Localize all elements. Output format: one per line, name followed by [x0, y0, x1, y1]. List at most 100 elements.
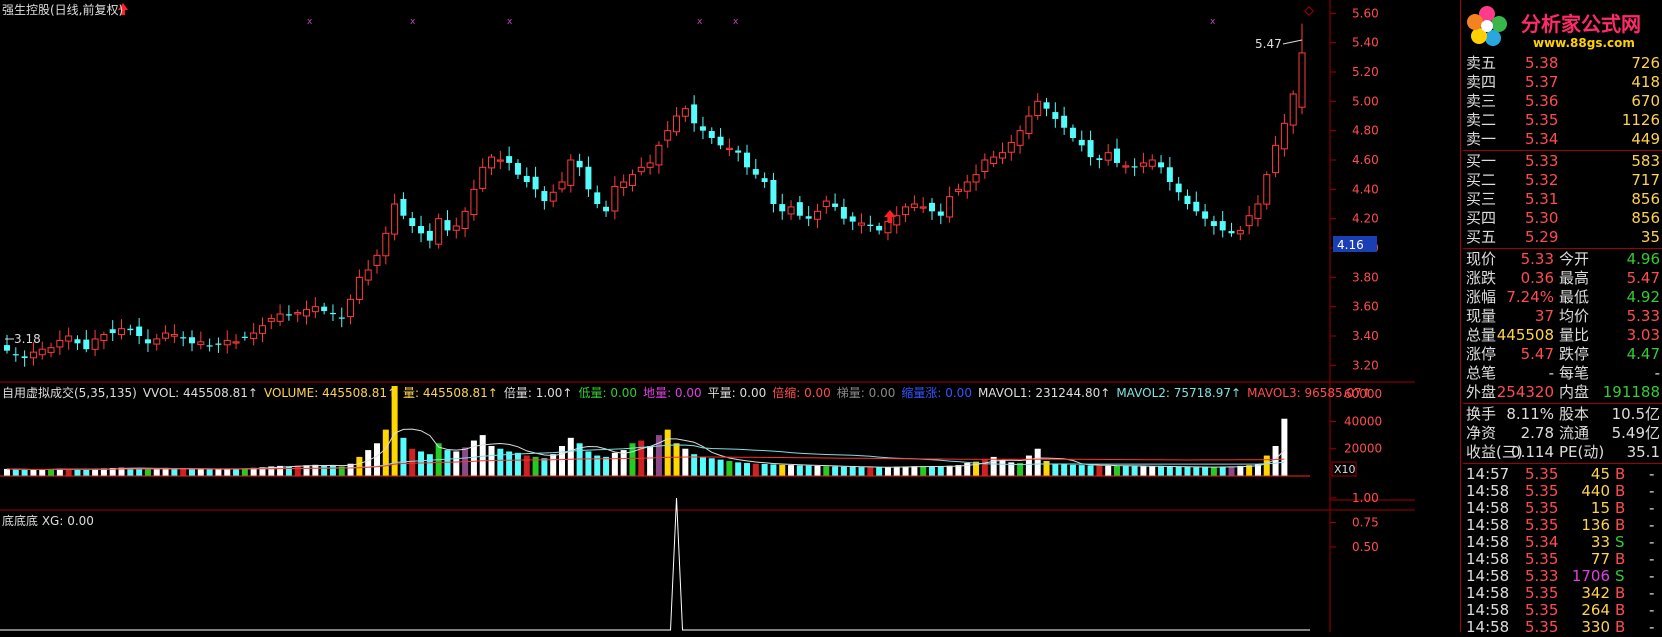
- quote-label: 量比: [1559, 326, 1590, 344]
- volume-bar: [1122, 466, 1129, 476]
- quote-value: 5.47: [1626, 269, 1660, 287]
- candle-body: [1289, 93, 1297, 126]
- candle-body: [840, 207, 847, 219]
- marker-x-icon: x: [307, 17, 313, 27]
- candle-body: [963, 181, 971, 192]
- candle-body: [849, 216, 856, 222]
- ask-label: 卖四: [1466, 73, 1497, 91]
- candle-body: [311, 306, 319, 313]
- volume-bar: [884, 467, 891, 476]
- volume-bar: [1025, 455, 1032, 476]
- volume-bar: [294, 465, 301, 476]
- fund-value: 0.114: [1511, 443, 1554, 461]
- candle-body: [655, 144, 663, 166]
- volume-bar: [1175, 466, 1182, 476]
- bid-volume: 717: [1631, 171, 1660, 189]
- volume-bar: [611, 452, 618, 476]
- price-tick-label: 3.20: [1352, 358, 1379, 372]
- quote-label: 最高: [1559, 269, 1590, 287]
- volume-bar: [1140, 466, 1147, 476]
- candle-body: [1210, 221, 1217, 226]
- fund-value: 5.49亿: [1611, 424, 1660, 442]
- candle-body: [998, 152, 1006, 159]
- ask-volume: 670: [1631, 92, 1660, 110]
- bid-volume: 856: [1631, 190, 1660, 208]
- volume-tick-label: 40000: [1344, 414, 1382, 428]
- candle-body: [735, 150, 742, 153]
- marker-x-icon: x: [507, 17, 513, 27]
- candle-body: [21, 356, 28, 358]
- candle-body: [937, 211, 944, 216]
- volume-bar: [1087, 465, 1094, 476]
- volume-bar: [744, 463, 750, 476]
- volume-bar: [1193, 467, 1200, 476]
- candle-body: [127, 328, 134, 331]
- volume-bar: [708, 458, 715, 476]
- quote-label: 内盘: [1559, 383, 1590, 401]
- bid-label: 买一: [1466, 152, 1497, 170]
- volume-header-item: 倍量: 1.00↑: [503, 386, 573, 400]
- bid-label: 买三: [1466, 190, 1497, 208]
- candle-body: [1184, 195, 1191, 204]
- candle-body: [180, 337, 187, 339]
- fundamental-row: 净资 2.78 流通 5.49亿: [1463, 424, 1662, 443]
- quote-row: 总笔 - 每笔 -: [1463, 364, 1662, 383]
- panel-divider: [1460, 0, 1461, 632]
- volume-bar: [620, 450, 627, 476]
- candle-body: [496, 159, 504, 162]
- volume-bar: [180, 468, 187, 476]
- candle-body: [717, 136, 724, 146]
- candle-body: [189, 337, 195, 344]
- tick-price: 5.35: [1525, 618, 1559, 636]
- ask-volume: 449: [1631, 130, 1660, 148]
- volume-bar: [1281, 418, 1288, 476]
- candle-body: [409, 218, 416, 226]
- fund-value: 2.78: [1520, 424, 1554, 442]
- ask-label: 卖二: [1466, 111, 1497, 129]
- candle-body: [929, 202, 935, 212]
- bid-label: 买四: [1466, 209, 1497, 227]
- candle-body: [1272, 144, 1280, 174]
- quote-label: 现价: [1466, 250, 1497, 268]
- candle-body: [664, 130, 672, 141]
- volume-bar: [805, 465, 812, 476]
- fundamental-row: 换手 8.11% 股本 10.5亿: [1463, 405, 1662, 424]
- volume-tick-label: 20000: [1344, 442, 1382, 456]
- candle-body: [338, 317, 345, 319]
- candle-body: [153, 338, 161, 345]
- volume-bar: [1096, 465, 1103, 476]
- logo: 分析家公式网 www.88gs.com: [1463, 0, 1662, 54]
- candle-body: [532, 176, 539, 190]
- candle-body: [867, 224, 874, 226]
- volume-bar: [955, 465, 962, 476]
- bid-price: 5.30: [1525, 209, 1559, 227]
- candle-body: [197, 341, 205, 346]
- volume-bar: [514, 452, 521, 476]
- ask-volume: 726: [1631, 54, 1660, 72]
- candle-body: [558, 181, 566, 190]
- volume-bar: [858, 467, 865, 476]
- panel-separator: [1463, 463, 1662, 464]
- volume-header: 自用虚拟成交(5,35,135) VVOL: 445508.81↑ VOLUME: …: [2, 384, 1378, 401]
- volume-bar: [479, 435, 486, 476]
- volume-bar: [144, 468, 151, 476]
- chart-title: 强生控股(日线,前复权): [2, 3, 124, 17]
- quote-label: 涨跌: [1466, 269, 1497, 287]
- volume-bar: [374, 443, 380, 476]
- fundamental-row: 收益(三) 0.114 PE(动) 35.1: [1463, 443, 1662, 462]
- volume-bar: [559, 446, 565, 476]
- candle-body: [267, 317, 275, 322]
- fund-label: 净资: [1466, 424, 1497, 442]
- candle-body: [355, 276, 363, 301]
- volume-bar: [664, 429, 671, 476]
- candle-body: [1043, 102, 1050, 109]
- volume-bar: [902, 466, 909, 476]
- candle-body: [708, 131, 715, 138]
- quote-row: 现量 37 均价 5.33: [1463, 307, 1662, 326]
- ask-price: 5.38: [1525, 54, 1559, 72]
- candle-body: [418, 226, 425, 234]
- tick-volume: 330: [1581, 618, 1610, 636]
- volume-bar: [823, 466, 830, 476]
- volume-bar: [647, 446, 654, 476]
- volume-bar: [1105, 465, 1112, 476]
